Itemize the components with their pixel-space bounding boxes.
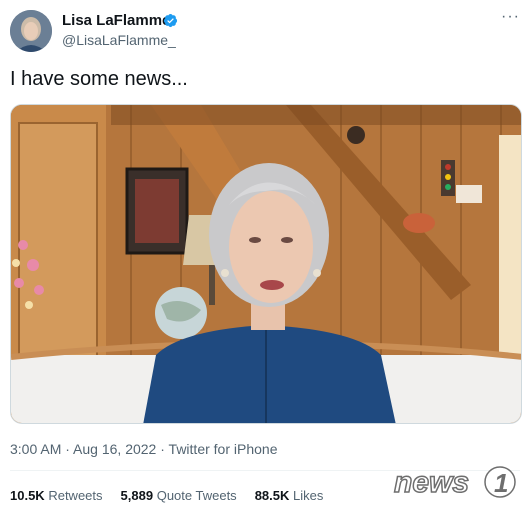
meta-separator: ·	[156, 441, 169, 457]
tweet-text: I have some news...	[10, 68, 188, 90]
author-display-name[interactable]: Lisa LaFlamme	[62, 12, 170, 29]
tweet-source[interactable]: Twitter for iPhone	[169, 441, 278, 457]
tweet-date[interactable]: Aug 16, 2022	[73, 441, 156, 457]
watermark-number: 1	[494, 468, 508, 498]
likes-label: Likes	[293, 488, 324, 503]
meta-separator: ·	[61, 441, 74, 457]
retweets-stat[interactable]: 10.5K Retweets	[10, 488, 103, 503]
news1-watermark-logo: news 1	[393, 465, 516, 500]
quote-tweets-count: 5,889	[120, 488, 154, 503]
retweets-count: 10.5K	[10, 488, 45, 503]
author-handle[interactable]: @LisaLaFlamme_	[62, 32, 176, 48]
quote-tweets-stat[interactable]: 5,889 Quote Tweets	[121, 488, 237, 503]
likes-count: 88.5K	[254, 488, 290, 503]
verified-badge-icon	[163, 13, 178, 28]
tweet-media-image[interactable]	[10, 104, 522, 424]
quote-tweets-label: Quote Tweets	[156, 488, 237, 503]
author-avatar[interactable]	[10, 10, 52, 52]
engagement-stats: 10.5K Retweets 5,889 Quote Tweets 88.5K Li…	[10, 488, 323, 503]
more-options-icon[interactable]: ···	[501, 8, 520, 26]
likes-stat[interactable]: 88.5K Likes	[255, 488, 324, 503]
watermark-text: news	[394, 466, 469, 499]
retweets-label: Retweets	[48, 488, 103, 503]
tweet-time[interactable]: 3:00 AM	[10, 441, 61, 457]
tweet-metadata: 3:00 AM · Aug 16, 2022 · Twitter for iPh…	[10, 441, 277, 457]
